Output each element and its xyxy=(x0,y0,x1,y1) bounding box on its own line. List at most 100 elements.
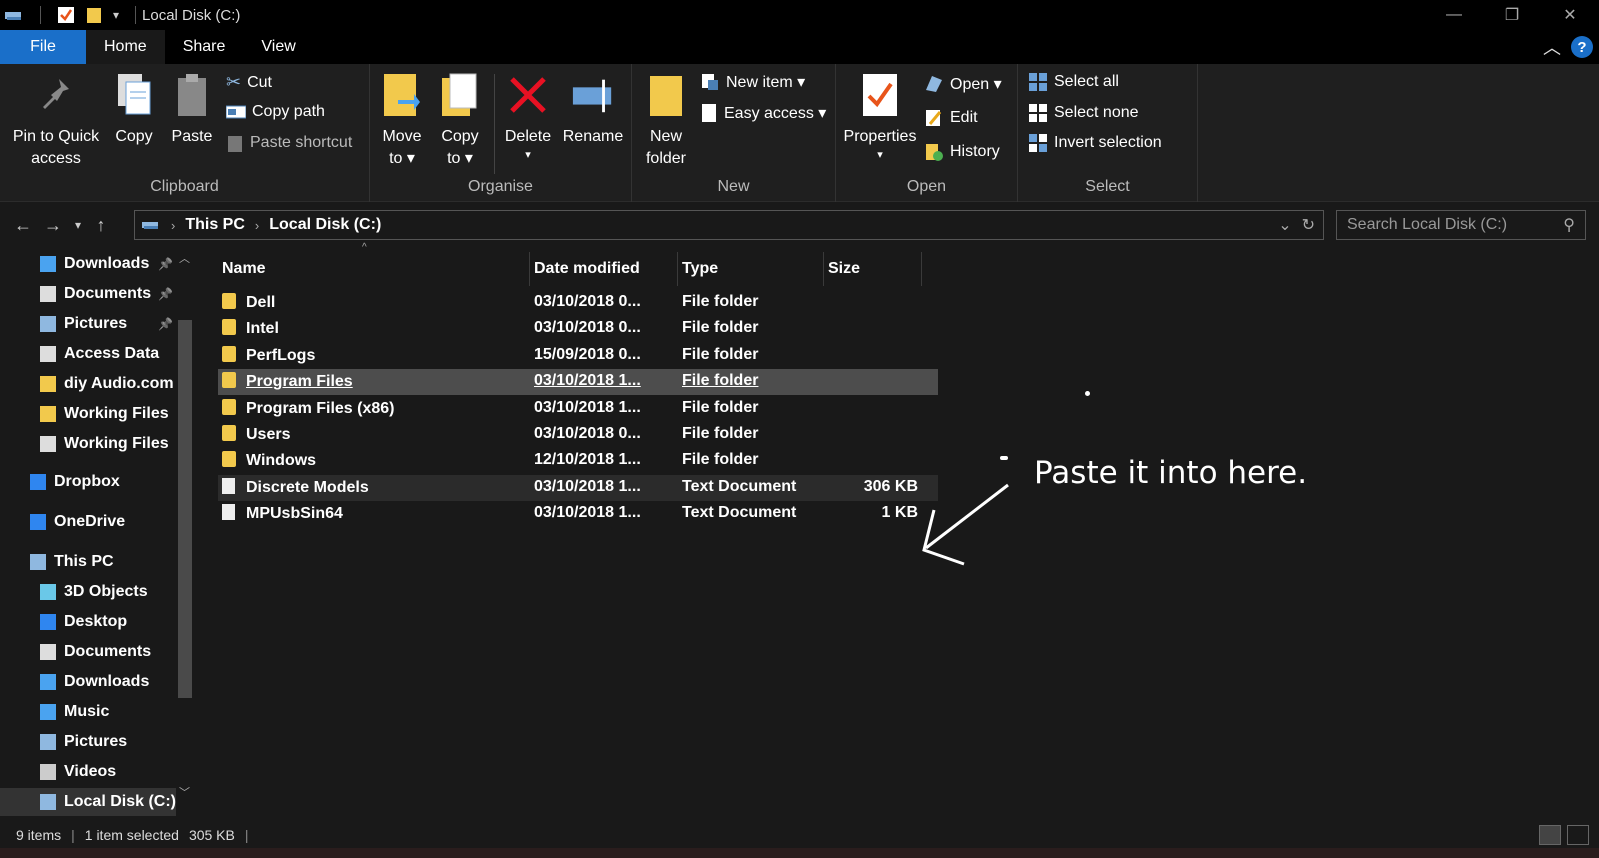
column-header-type[interactable]: Type xyxy=(678,252,824,286)
scroll-down-icon[interactable]: ﹀ xyxy=(179,784,190,800)
details-view-icon[interactable] xyxy=(1539,825,1561,845)
forward-arrow-icon[interactable]: → xyxy=(38,215,68,236)
sidebar-item[interactable]: diy Audio.com xyxy=(0,370,174,398)
file-row[interactable]: MPUsbSin64 03/10/2018 1... Text Document 1 … xyxy=(218,501,938,527)
history-button[interactable]: History xyxy=(924,142,1000,162)
video-icon xyxy=(40,764,56,780)
paste-button[interactable]: Paste xyxy=(168,70,216,148)
refresh-icon[interactable]: ↻ xyxy=(1302,215,1315,235)
sidebar-item[interactable]: Pictures xyxy=(0,728,127,756)
column-header-name[interactable]: Name xyxy=(218,252,530,286)
new-item-icon xyxy=(702,74,718,90)
address-bar[interactable]: › This PC › Local Disk (C:) ⌄ ↻ xyxy=(134,210,1324,240)
sidebar-item[interactable]: Desktop xyxy=(0,608,127,636)
help-button[interactable]: ? xyxy=(1571,36,1593,58)
breadcrumb-this-pc[interactable]: This PC xyxy=(185,216,245,234)
file-row[interactable]: PerfLogs 15/09/2018 0... File folder xyxy=(218,343,938,369)
download-icon xyxy=(40,674,56,690)
collapse-ribbon-icon[interactable]: ︿ xyxy=(1543,34,1561,60)
edit-button[interactable]: Edit xyxy=(924,108,978,128)
select-none-button[interactable]: Select none xyxy=(1028,103,1139,123)
clipboard-group-label: Clipboard xyxy=(150,178,219,195)
column-header-size[interactable]: Size xyxy=(824,252,922,286)
properties-icon[interactable] xyxy=(57,6,75,24)
pin-icon[interactable]: 📌 xyxy=(158,257,173,271)
sidebar-item-label: Local Disk (C:) xyxy=(63,793,176,810)
file-row[interactable]: Users 03/10/2018 0... File folder xyxy=(218,422,938,448)
chevron-down-icon[interactable]: ⌄ xyxy=(1278,215,1291,235)
sidebar-item[interactable]: Local Disk (C:) xyxy=(0,788,176,816)
sidebar-item[interactable]: Music xyxy=(0,698,109,726)
tab-share[interactable]: Share xyxy=(165,30,244,64)
tab-home[interactable]: Home xyxy=(86,30,165,64)
file-name-cell: PerfLogs xyxy=(222,345,528,365)
chevron-right-icon[interactable]: › xyxy=(171,218,175,233)
invert-selection-button[interactable]: Invert selection xyxy=(1028,133,1162,153)
file-name: Intel xyxy=(246,320,279,338)
move-to-button[interactable]: Move to ▾ xyxy=(378,70,426,170)
paste-shortcut-button[interactable]: Paste shortcut xyxy=(226,133,352,153)
copy-to-button[interactable]: Copy to ▾ xyxy=(436,70,484,170)
column-header-date[interactable]: Date modified xyxy=(530,252,678,286)
properties-button[interactable]: Properties ▾ xyxy=(840,70,920,162)
minimize-button[interactable]: — xyxy=(1425,0,1483,30)
new-folder-icon[interactable] xyxy=(85,6,103,24)
copy-path-button[interactable]: Copy path xyxy=(226,103,325,121)
file-row[interactable]: Dell 03/10/2018 0... File folder xyxy=(218,290,938,316)
file-row[interactable]: Intel 03/10/2018 0... File folder xyxy=(218,316,938,342)
annotation-arrow xyxy=(922,483,1009,566)
sidebar-item[interactable]: This PC xyxy=(0,548,114,576)
search-icon[interactable]: ⚲ xyxy=(1563,215,1575,235)
large-icons-view-icon[interactable] xyxy=(1567,825,1589,845)
open-button[interactable]: Open ▾ xyxy=(924,74,1002,94)
scissors-icon: ✂ xyxy=(226,72,242,92)
pin-icon[interactable]: 📌 xyxy=(158,287,173,301)
new-folder-button[interactable]: New folder xyxy=(638,70,694,170)
file-row[interactable]: Program Files (x86) 03/10/2018 1... File f… xyxy=(218,396,938,422)
sidebar-item[interactable]: Working Files xyxy=(0,430,169,458)
pin-to-quick-access-button[interactable]: Pin to Quick access xyxy=(8,70,104,170)
select-all-button[interactable]: Select all xyxy=(1028,72,1119,92)
rename-button[interactable]: Rename xyxy=(560,70,626,148)
folder-icon xyxy=(40,376,56,392)
nav-pane-scroll-thumb[interactable] xyxy=(178,320,192,698)
maximize-button[interactable]: ❐ xyxy=(1483,0,1541,30)
tab-file[interactable]: File xyxy=(0,30,86,64)
sidebar-item[interactable]: Access Data xyxy=(0,340,159,368)
drive-icon[interactable] xyxy=(4,7,24,23)
sidebar-item[interactable]: OneDrive xyxy=(0,508,125,536)
nav-pane-scrollbar[interactable]: ︿ ﹀ xyxy=(176,250,194,820)
sidebar-item[interactable]: Downloads 📌 xyxy=(0,250,173,278)
sidebar-item[interactable]: Downloads xyxy=(0,668,149,696)
up-arrow-icon[interactable]: ↑ xyxy=(88,215,114,236)
file-row[interactable]: Windows 12/10/2018 1... File folder xyxy=(218,448,938,474)
cut-button[interactable]: ✂ Cut xyxy=(226,72,272,93)
sidebar-item[interactable]: 3D Objects xyxy=(0,578,148,606)
delete-button[interactable]: Delete ▾ xyxy=(500,70,556,162)
easy-access-button[interactable]: Easy access ▾ xyxy=(700,103,826,123)
sidebar-item[interactable]: Documents 📌 xyxy=(0,280,173,308)
tab-view[interactable]: View xyxy=(243,30,313,64)
search-input[interactable]: Search Local Disk (C:) ⚲ xyxy=(1336,210,1586,240)
folder-icon xyxy=(222,398,236,415)
scroll-up-icon[interactable]: ︿ xyxy=(179,250,190,266)
sidebar-item[interactable]: Pictures 📌 xyxy=(0,310,173,338)
back-arrow-icon[interactable]: ← xyxy=(8,215,38,236)
breadcrumb-local-disk[interactable]: Local Disk (C:) xyxy=(269,216,381,234)
navigation-bar: ← → ▾ ↑ › This PC › Local Disk (C:) ⌄ ↻ S… xyxy=(0,208,1599,242)
copy-button[interactable]: Copy xyxy=(110,70,158,148)
file-type: File folder xyxy=(682,398,759,416)
chevron-right-icon[interactable]: › xyxy=(255,218,259,233)
sidebar-item[interactable]: Videos xyxy=(0,758,116,786)
file-row[interactable]: Discrete Models 03/10/2018 1... Text Docum… xyxy=(218,474,938,501)
sidebar-item[interactable]: Documents xyxy=(0,638,151,666)
new-item-button[interactable]: New item ▾ xyxy=(700,72,805,92)
customize-toolbar-icon[interactable]: ▾ xyxy=(113,8,119,22)
sidebar-item[interactable]: Dropbox xyxy=(0,468,120,496)
close-button[interactable]: ✕ xyxy=(1541,0,1599,30)
recent-locations-icon[interactable]: ▾ xyxy=(68,218,88,232)
pin-icon[interactable]: 📌 xyxy=(158,317,173,331)
file-type: Text Document xyxy=(682,477,797,495)
sidebar-item[interactable]: Working Files xyxy=(0,400,169,428)
file-row[interactable]: Program Files 03/10/2018 1... File folder xyxy=(218,369,938,396)
